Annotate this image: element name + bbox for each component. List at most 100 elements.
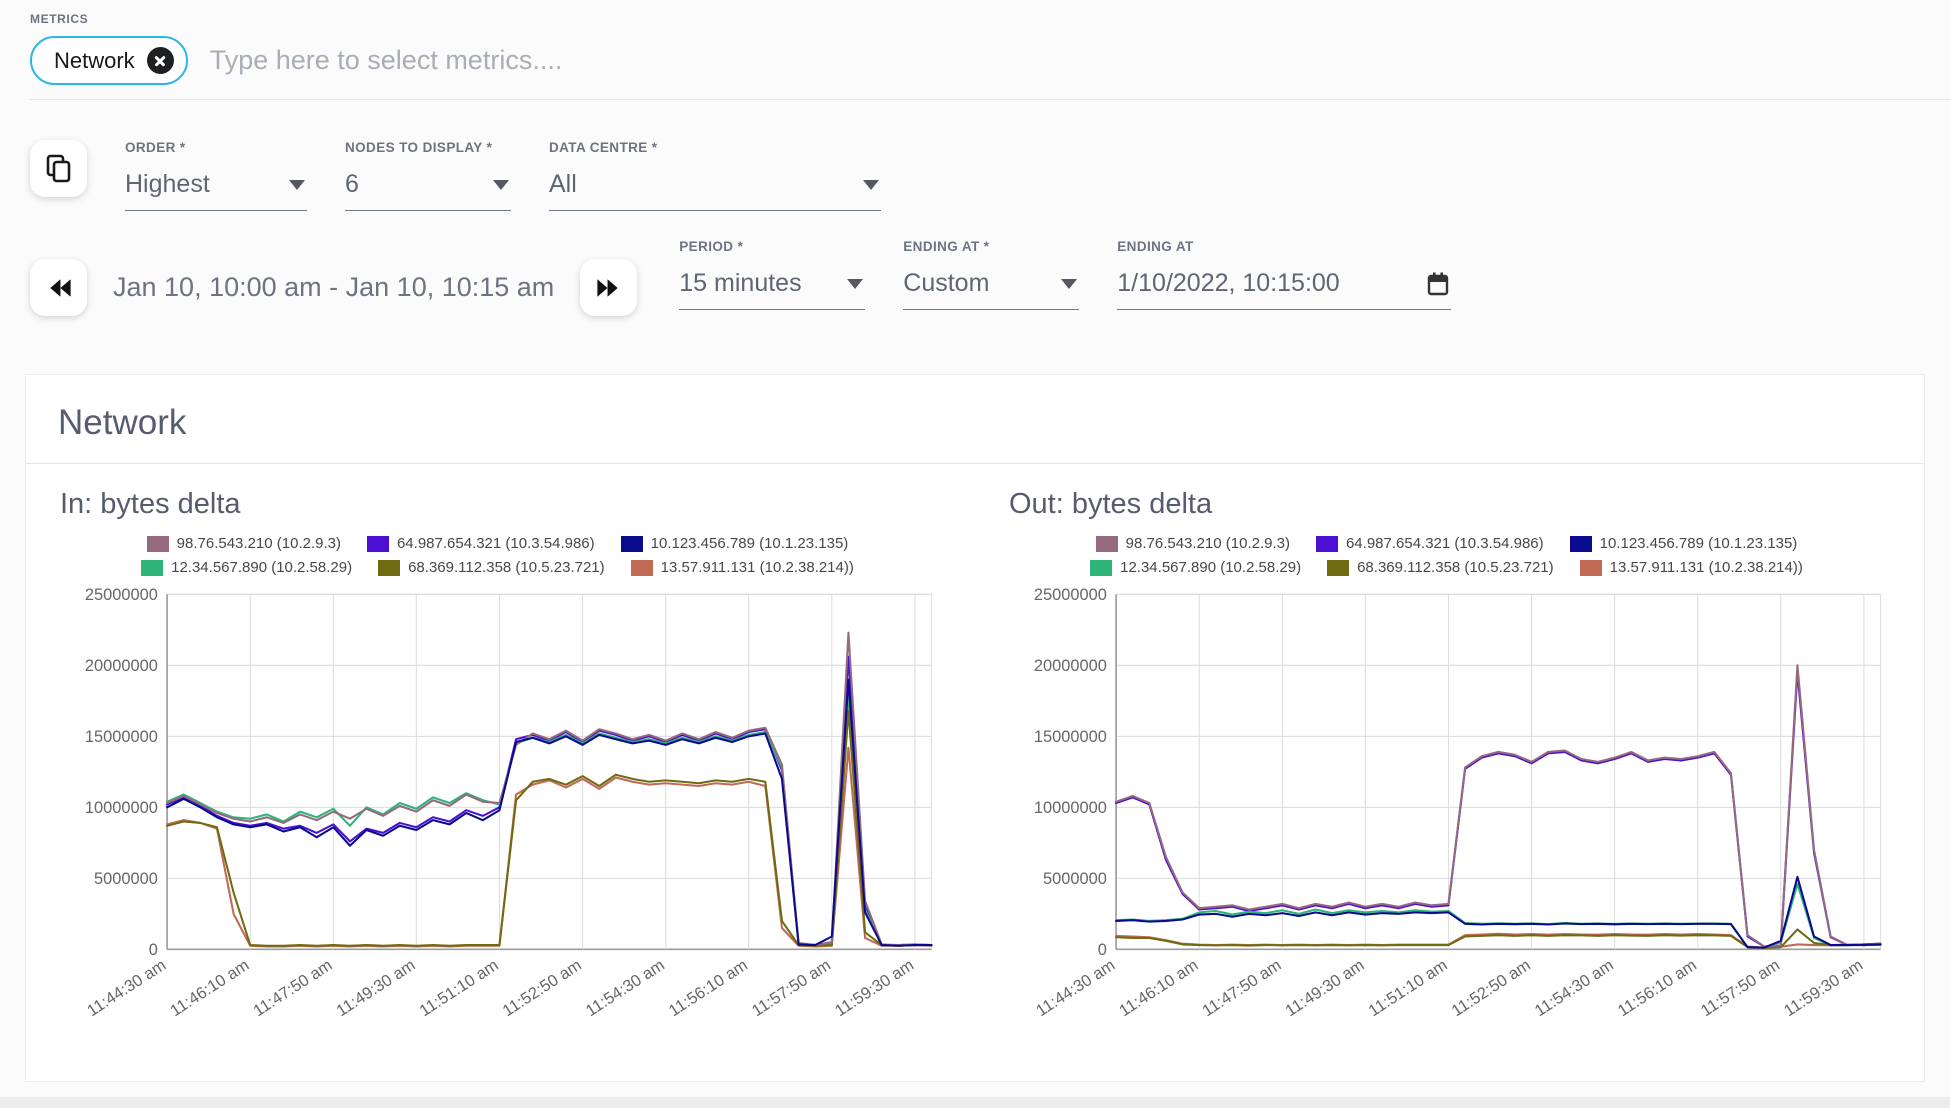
- svg-text:11:47:50 am: 11:47:50 am: [250, 956, 335, 1020]
- svg-text:11:49:30 am: 11:49:30 am: [1282, 956, 1367, 1020]
- legend-swatch: [1569, 535, 1592, 552]
- chart-panel-in: In: bytes delta 98.76.543.210 (10.2.9.3)…: [26, 464, 975, 1066]
- calendar-icon[interactable]: [1427, 272, 1449, 296]
- legend-item[interactable]: 10.123.456.789 (10.1.23.135): [620, 535, 849, 552]
- rewind-icon: [49, 278, 71, 297]
- svg-text:11:46:10 am: 11:46:10 am: [167, 956, 252, 1020]
- legend-label: 10.123.456.789 (10.1.23.135): [650, 535, 849, 552]
- legend-swatch: [378, 559, 401, 576]
- chip-close-icon[interactable]: [146, 47, 174, 74]
- svg-text:11:47:50 am: 11:47:50 am: [1199, 956, 1284, 1020]
- svg-text:11:59:30 am: 11:59:30 am: [1781, 956, 1866, 1020]
- ending-at-select[interactable]: Custom: [903, 254, 1080, 310]
- legend-swatch: [1579, 559, 1602, 576]
- svg-text:10000000: 10000000: [1034, 799, 1107, 817]
- svg-text:0: 0: [149, 941, 158, 959]
- legend-swatch: [146, 535, 169, 552]
- metrics-section: METRICS Network: [0, 0, 1950, 100]
- legend-label: 64.987.654.321 (10.3.54.986): [1345, 535, 1544, 552]
- metrics-input-row: Network: [30, 36, 1950, 100]
- time-range-text: Jan 10, 10:00 am - Jan 10, 10:15 am: [113, 272, 555, 302]
- time-navigation-row: Jan 10, 10:00 am - Jan 10, 10:15 am PERI…: [0, 239, 1950, 316]
- chart-panel-out: Out: bytes delta 98.76.543.210 (10.2.9.3…: [975, 464, 1924, 1066]
- metric-chip-label: Network: [54, 47, 135, 73]
- controls-row: ORDER * Highest NODES TO DISPLAY * 6 DAT…: [0, 140, 1950, 211]
- copy-button[interactable]: [30, 140, 87, 197]
- dropdown-caret-icon: [493, 179, 509, 190]
- svg-text:11:57:50 am: 11:57:50 am: [1698, 956, 1783, 1020]
- svg-text:25000000: 25000000: [85, 586, 158, 604]
- data-centre-field: DATA CENTRE * All: [549, 140, 881, 211]
- svg-text:11:44:30 am: 11:44:30 am: [84, 956, 169, 1020]
- ending-at-datetime-value: 1/10/2022, 10:15:00: [1117, 269, 1340, 297]
- fast-forward-button[interactable]: [580, 259, 638, 316]
- legend-item[interactable]: 64.987.654.321 (10.3.54.986): [1315, 535, 1544, 552]
- legend-item[interactable]: 13.57.911.131 (10.2.38.214)): [1579, 559, 1803, 576]
- legend-label: 68.369.112.358 (10.5.23.721): [1357, 559, 1554, 576]
- legend-item[interactable]: 64.987.654.321 (10.3.54.986): [366, 535, 595, 552]
- svg-text:5000000: 5000000: [94, 870, 158, 888]
- order-select[interactable]: Highest: [125, 155, 307, 211]
- svg-text:11:57:50 am: 11:57:50 am: [749, 956, 834, 1020]
- svg-text:5000000: 5000000: [1043, 870, 1107, 888]
- legend-swatch: [1315, 535, 1338, 552]
- copy-icon: [46, 154, 70, 182]
- card-title: Network: [58, 403, 187, 442]
- network-card: Network In: bytes delta 98.76.543.210 (1…: [25, 374, 1925, 1082]
- data-centre-select[interactable]: All: [549, 155, 881, 211]
- ending-at-datetime-label: ENDING AT: [1117, 239, 1194, 254]
- legend-swatch: [366, 535, 389, 552]
- svg-text:11:54:30 am: 11:54:30 am: [1532, 956, 1617, 1020]
- chart-legend: 98.76.543.210 (10.2.9.3) 64.987.654.321 (…: [995, 535, 1898, 576]
- svg-text:0: 0: [1098, 941, 1107, 959]
- legend-item[interactable]: 10.123.456.789 (10.1.23.135): [1569, 535, 1798, 552]
- legend-row: 12.34.567.890 (10.2.58.29) 68.369.112.358…: [141, 559, 854, 576]
- legend-item[interactable]: 12.34.567.890 (10.2.58.29): [1090, 559, 1301, 576]
- svg-text:20000000: 20000000: [1034, 657, 1107, 675]
- nodes-label: NODES TO DISPLAY *: [345, 140, 493, 155]
- svg-text:10000000: 10000000: [85, 799, 158, 817]
- legend-label: 13.57.911.131 (10.2.38.214)): [660, 559, 854, 576]
- ending-at-select-field: ENDING AT * Custom: [903, 239, 1080, 310]
- svg-text:25000000: 25000000: [1034, 586, 1107, 604]
- ending-at-select-value: Custom: [903, 269, 990, 297]
- svg-text:11:56:10 am: 11:56:10 am: [1615, 956, 1700, 1020]
- data-centre-label: DATA CENTRE *: [549, 140, 658, 155]
- svg-text:20000000: 20000000: [85, 657, 158, 675]
- legend-item[interactable]: 68.369.112.358 (10.5.23.721): [1327, 559, 1554, 576]
- legend-swatch: [1090, 559, 1113, 576]
- dropdown-caret-icon: [289, 179, 305, 190]
- metrics-label: METRICS: [30, 12, 89, 26]
- svg-text:11:49:30 am: 11:49:30 am: [333, 956, 418, 1020]
- nodes-select[interactable]: 6: [345, 155, 511, 211]
- chart-plot-in: 0 5000000 10000000 15000000 20000000 25000000…: [46, 582, 949, 1066]
- svg-text:11:51:10 am: 11:51:10 am: [1365, 956, 1450, 1020]
- legend-swatch: [630, 559, 653, 576]
- order-label: ORDER *: [125, 140, 186, 155]
- dropdown-caret-icon: [847, 278, 864, 289]
- legend-row: 12.34.567.890 (10.2.58.29) 68.369.112.358…: [1090, 559, 1803, 576]
- legend-item[interactable]: 68.369.112.358 (10.5.23.721): [378, 559, 605, 576]
- order-field: ORDER * Highest: [125, 140, 307, 211]
- nodes-to-display-field: NODES TO DISPLAY * 6: [345, 140, 511, 211]
- rewind-button[interactable]: [30, 259, 87, 316]
- legend-label: 68.369.112.358 (10.5.23.721): [408, 559, 605, 576]
- charts-container: In: bytes delta 98.76.543.210 (10.2.9.3)…: [26, 464, 1924, 1066]
- dropdown-caret-icon: [1061, 278, 1078, 289]
- ending-at-datetime-input[interactable]: 1/10/2022, 10:15:00: [1117, 254, 1452, 310]
- svg-text:11:52:50 am: 11:52:50 am: [1448, 956, 1533, 1020]
- legend-swatch: [1327, 559, 1350, 576]
- legend-label: 12.34.567.890 (10.2.58.29): [171, 559, 353, 576]
- legend-label: 10.123.456.789 (10.1.23.135): [1599, 535, 1798, 552]
- metric-chip-network[interactable]: Network: [30, 36, 188, 85]
- line-chart: 0 5000000 10000000 15000000 20000000 25000000…: [84, 586, 933, 1020]
- metrics-search-input[interactable]: [209, 45, 1110, 76]
- legend-item[interactable]: 12.34.567.890 (10.2.58.29): [141, 559, 352, 576]
- legend-row: 98.76.543.210 (10.2.9.3) 64.987.654.321 (…: [146, 535, 849, 552]
- legend-item[interactable]: 98.76.543.210 (10.2.9.3): [1095, 535, 1290, 552]
- legend-item[interactable]: 13.57.911.131 (10.2.38.214)): [630, 559, 854, 576]
- period-select[interactable]: 15 minutes: [679, 254, 866, 310]
- fast-forward-icon: [597, 278, 618, 297]
- period-field: PERIOD * 15 minutes: [679, 239, 866, 310]
- legend-item[interactable]: 98.76.543.210 (10.2.9.3): [146, 535, 341, 552]
